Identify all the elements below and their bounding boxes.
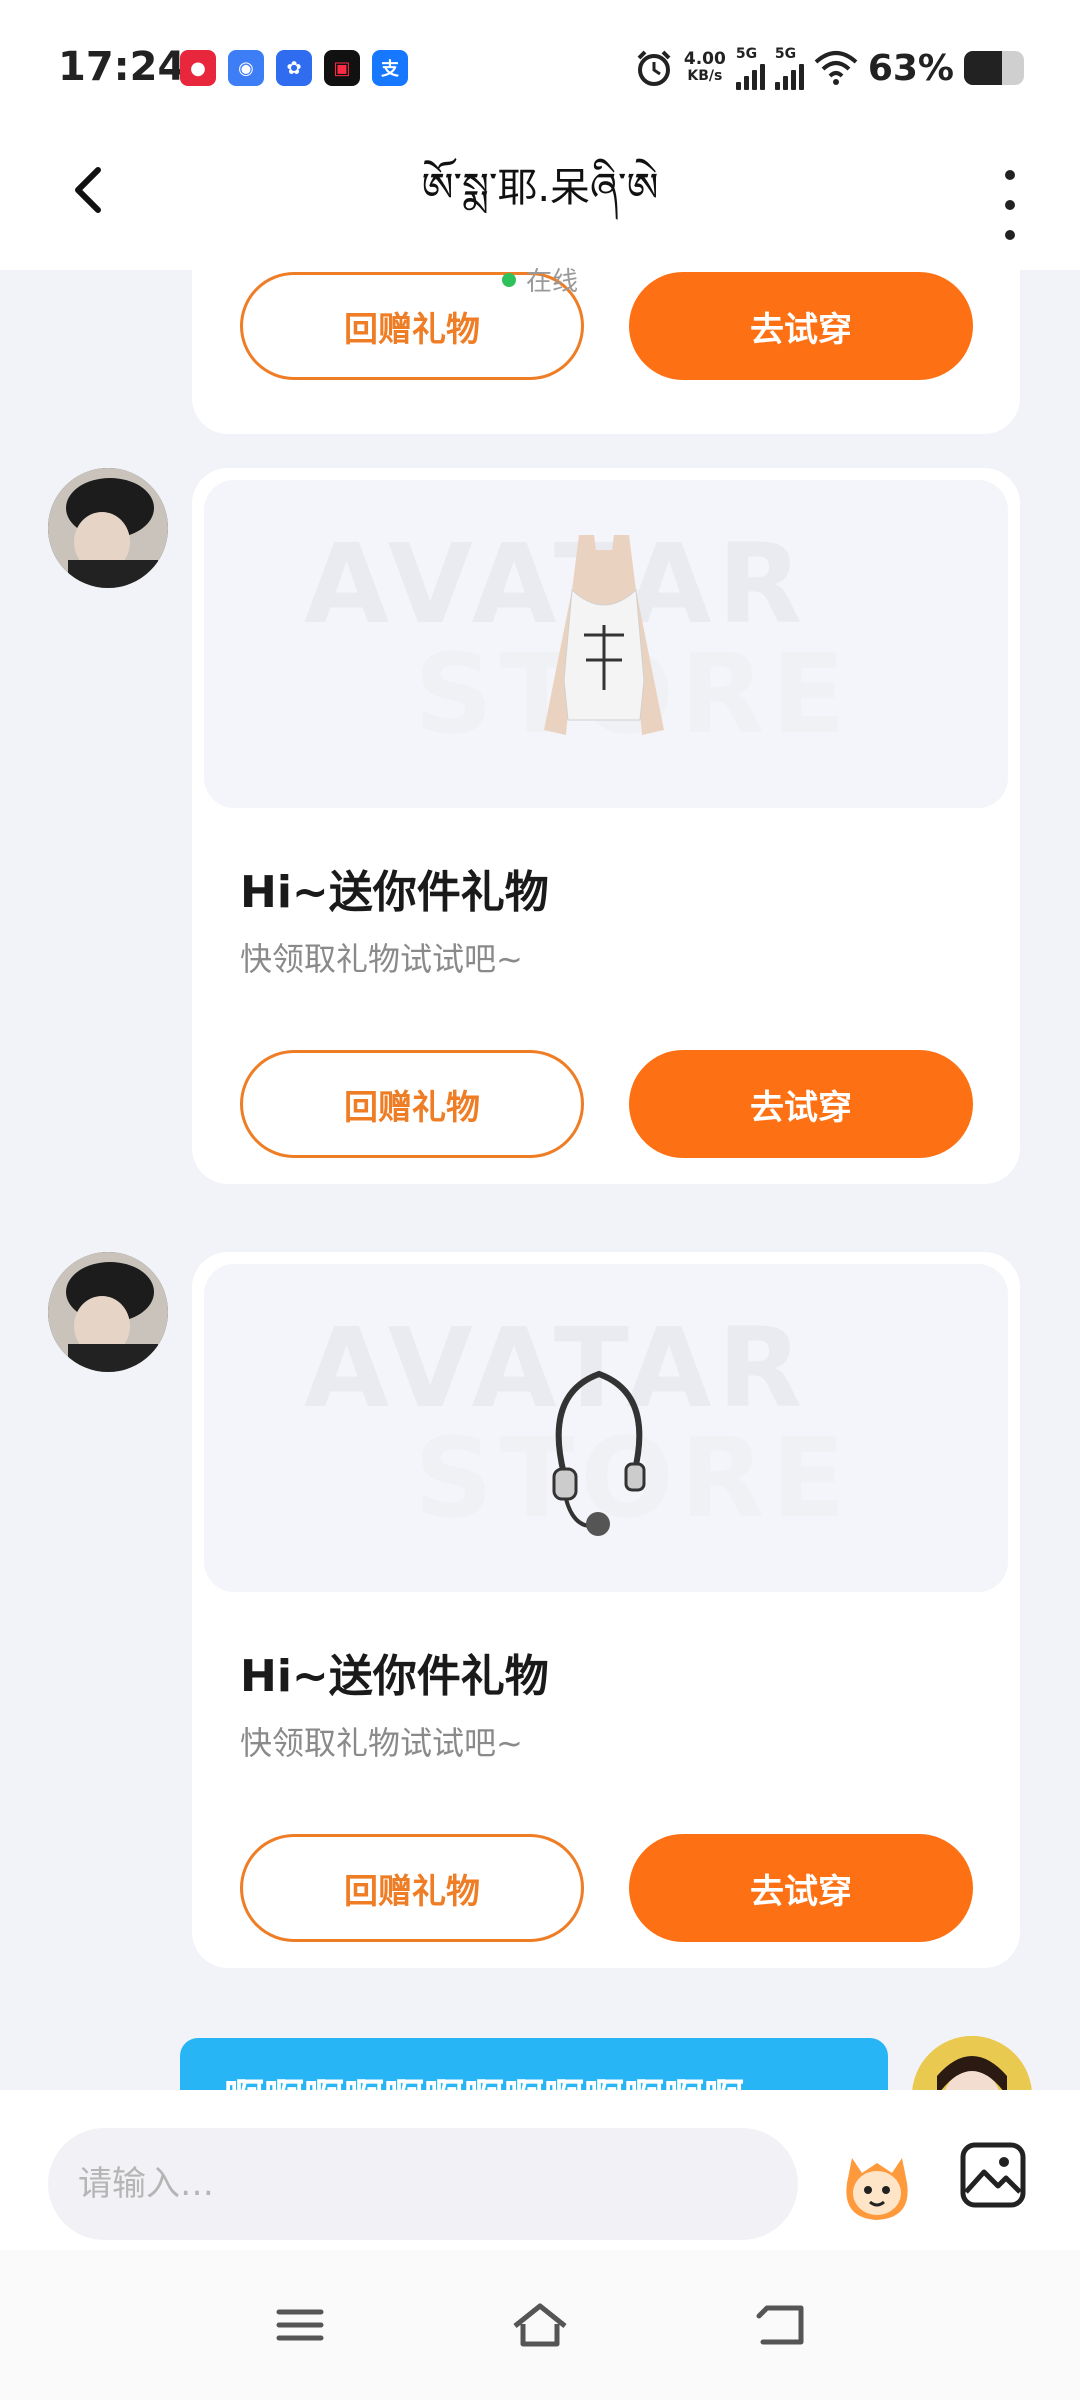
gift-title: Hi~送你件礼物 <box>240 867 549 918</box>
more-options-button[interactable] <box>990 170 1030 240</box>
try-on-button[interactable]: 去试穿 <box>629 1834 973 1942</box>
chat-header: ཨོ་སྨ་耶.呆ཞི་ཨེ 在线 <box>0 130 1080 297</box>
image-icon <box>960 2142 1026 2208</box>
message-input[interactable] <box>48 2128 798 2240</box>
gift-preview[interactable]: AVATAR STORE <box>204 480 1008 808</box>
input-bar <box>0 2090 1080 2250</box>
menu-icon <box>276 2309 324 2341</box>
signal-1-label: 5G <box>735 46 758 62</box>
back-arrow-icon <box>756 2305 804 2345</box>
chat-title-block: ཨོ་སྨ་耶.呆ཞི་ཨེ 在线 <box>0 142 1080 298</box>
message-list[interactable]: 回赠礼物 去试穿 AVATAR STORE Hi~送你件礼物 快领取礼物试试吧~… <box>0 270 1080 2090</box>
mascot-face-icon <box>846 2158 908 2220</box>
recent-apps-button[interactable] <box>265 2290 335 2360</box>
return-gift-button[interactable]: 回赠礼物 <box>240 1834 584 1942</box>
signal-bars-icon <box>735 62 765 90</box>
system-nav-bar <box>0 2250 1080 2400</box>
tank-top-item-icon <box>544 535 664 735</box>
gift-title: Hi~送你件礼物 <box>240 1651 549 1702</box>
sender-avatar[interactable] <box>48 1252 168 1372</box>
signal-2: 5G <box>774 46 804 90</box>
sender-avatar[interactable] <box>48 468 168 588</box>
signal-bars-icon <box>774 62 804 90</box>
avatar-image <box>48 1252 168 1372</box>
send-image-button[interactable] <box>958 2140 1028 2210</box>
emoji-mascot-button[interactable] <box>832 2138 922 2228</box>
notification-icons: ● ◉ ✿ ▣ 支 <box>180 50 408 86</box>
outgoing-message[interactable]: 啊啊啊啊啊啊啊啊啊啊啊啊啊 <box>180 2038 888 2090</box>
taobao-icon: ● <box>180 50 216 86</box>
gift-subtitle: 快领取礼物试试吧~ <box>240 1724 523 1762</box>
back-nav-button[interactable] <box>745 2290 815 2360</box>
my-avatar[interactable] <box>912 2036 1032 2090</box>
battery-level <box>964 51 1002 85</box>
online-status: 在线 <box>501 261 578 298</box>
browser-icon: ◉ <box>228 50 264 86</box>
baidu-icon: ✿ <box>276 50 312 86</box>
battery-icon <box>964 51 1024 85</box>
contact-name: ཨོ་སྨ་耶.呆ཞི་ཨེ <box>421 165 659 211</box>
wifi-icon <box>814 51 858 85</box>
home-icon <box>513 2303 567 2347</box>
system-status: 4.00 KB/s 5G 5G 63% <box>634 46 1024 90</box>
gift-card: AVATAR STORE Hi~送你件礼物 快领取礼物试试吧~ 回赠礼物 去试穿 <box>192 1252 1020 1968</box>
camera-app-icon: ▣ <box>324 50 360 86</box>
status-bar: 17:24 ● ◉ ✿ ▣ 支 4.00 KB/s 5G 5G 63% <box>0 0 1080 130</box>
headset-item-icon <box>552 1370 646 1536</box>
avatar-image <box>48 468 168 588</box>
clock: 17:24 <box>58 44 186 90</box>
return-gift-button[interactable]: 回赠礼物 <box>240 1050 584 1158</box>
network-speed-value: 4.00 <box>683 49 726 69</box>
online-status-label: 在线 <box>525 267 578 297</box>
network-speed-unit: KB/s <box>687 68 723 84</box>
battery-percent: 63% <box>867 47 954 89</box>
try-on-button[interactable]: 去试穿 <box>629 1050 973 1158</box>
alarm-icon <box>637 50 671 86</box>
home-button[interactable] <box>505 2290 575 2360</box>
gift-preview[interactable]: AVATAR STORE <box>204 1264 1008 1592</box>
alipay-icon: 支 <box>372 50 408 86</box>
gift-subtitle: 快领取礼物试试吧~ <box>240 940 523 978</box>
gift-card: AVATAR STORE Hi~送你件礼物 快领取礼物试试吧~ 回赠礼物 去试穿 <box>192 468 1020 1184</box>
signal-2-label: 5G <box>774 46 797 62</box>
online-dot-icon <box>501 272 516 287</box>
avatar-image <box>912 2036 1032 2090</box>
more-dots-icon <box>1005 170 1015 180</box>
signal-1: 5G <box>735 46 765 90</box>
network-speed: 4.00 KB/s <box>684 51 726 85</box>
